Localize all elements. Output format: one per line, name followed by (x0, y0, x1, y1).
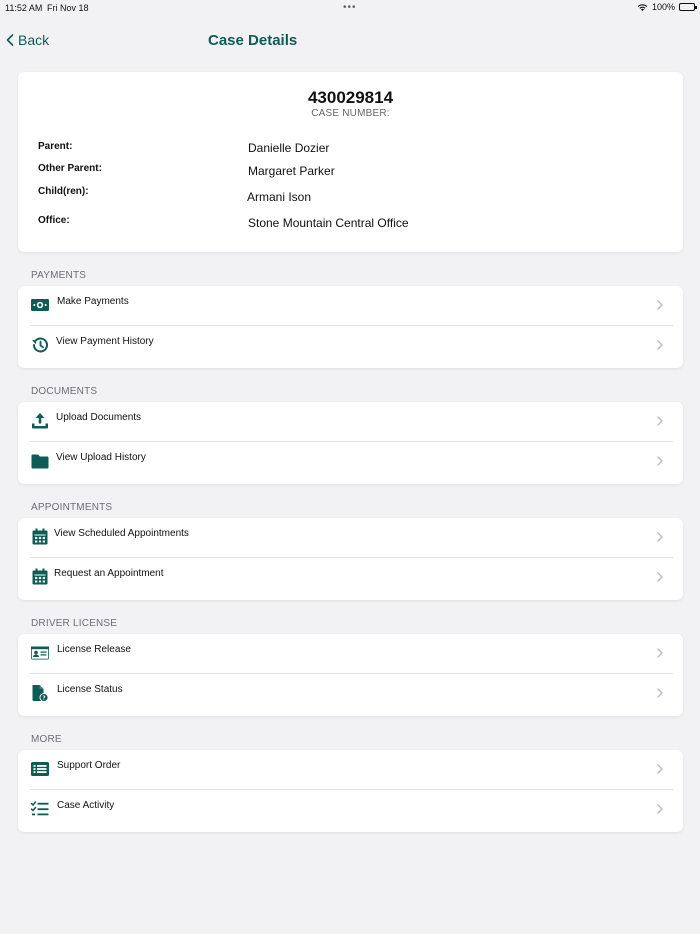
case-activity-row[interactable]: Case Activity (18, 790, 683, 829)
request-appointment-row[interactable]: Request an Appointment (18, 558, 683, 597)
svg-text:?: ? (42, 696, 45, 702)
documents-card: Upload Documents View Upload History (18, 402, 683, 484)
file-question-icon: ? (32, 685, 49, 702)
license-release-label: License Release (57, 644, 131, 655)
calendar-icon (32, 528, 48, 545)
wifi-icon (637, 3, 648, 11)
chevron-right-icon (657, 340, 663, 350)
license-status-label: License Status (57, 684, 123, 695)
payments-card: Make Payments View Payment History (18, 286, 683, 368)
id-card-icon (31, 646, 49, 660)
chevron-right-icon (657, 456, 663, 466)
more-section-header: MORE (31, 734, 62, 745)
children-label: Child(ren): (38, 186, 89, 197)
battery-percent: 100% (651, 2, 675, 12)
chevron-right-icon (657, 688, 663, 698)
back-label: Back (18, 32, 50, 48)
money-icon (31, 299, 49, 311)
chevron-right-icon (657, 804, 663, 814)
parent-label: Parent: (38, 141, 73, 152)
upload-icon (32, 413, 48, 429)
chevron-right-icon (657, 764, 663, 774)
chevron-right-icon (657, 300, 663, 310)
battery-icon (679, 3, 697, 11)
office-label: Office: (38, 215, 70, 226)
license-release-row[interactable]: License Release (18, 634, 683, 674)
make-payments-label: Make Payments (57, 296, 129, 307)
office-value: Stone Mountain Central Office (248, 216, 409, 230)
status-indicators: 100% (637, 2, 697, 12)
folder-icon (31, 454, 49, 469)
driver-license-card: License Release ? License Status (18, 634, 683, 716)
chevron-left-icon (6, 34, 14, 46)
payments-section-header: PAYMENTS (31, 270, 87, 281)
license-status-row[interactable]: ? License Status (18, 674, 683, 713)
upload-documents-label: Upload Documents (56, 412, 142, 423)
view-scheduled-appointments-row[interactable]: View Scheduled Appointments (18, 518, 683, 558)
case-number-label: CASE NUMBER: (311, 108, 390, 119)
status-date: Fri Nov 18 (47, 3, 89, 13)
status-bar: 11:52 AM Fri Nov 18 ••• 100% (0, 0, 700, 16)
view-upload-history-label: View Upload History (56, 452, 146, 463)
chevron-right-icon (657, 416, 663, 426)
navigation-bar: Back Case Details (0, 24, 700, 58)
view-payment-history-row[interactable]: View Payment History (18, 326, 683, 365)
view-upload-history-row[interactable]: View Upload History (18, 442, 683, 481)
appointments-section-header: APPOINTMENTS (31, 502, 113, 513)
more-card: Support Order Case Activity (18, 750, 683, 832)
case-summary-card: 430029814 CASE NUMBER: Parent: Danielle … (18, 72, 683, 252)
case-number: 430029814 (307, 88, 394, 107)
request-appointment-label: Request an Appointment (54, 568, 164, 579)
chevron-right-icon (657, 532, 663, 542)
multitasking-dots-icon[interactable]: ••• (343, 2, 357, 13)
support-order-row[interactable]: Support Order (18, 750, 683, 790)
support-order-label: Support Order (57, 760, 121, 771)
view-scheduled-appointments-label: View Scheduled Appointments (54, 528, 189, 539)
documents-section-header: DOCUMENTS (31, 386, 98, 397)
upload-documents-row[interactable]: Upload Documents (18, 402, 683, 442)
page-title: Case Details (208, 32, 298, 49)
case-activity-label: Case Activity (57, 800, 115, 811)
other-parent-value: Margaret Parker (248, 164, 335, 178)
driver-license-section-header: DRIVER LICENSE (31, 618, 118, 629)
calendar-icon (32, 568, 48, 585)
chevron-right-icon (657, 648, 663, 658)
checklist-icon (30, 801, 49, 816)
children-value: Armani Ison (247, 190, 312, 204)
list-icon (31, 762, 49, 776)
make-payments-row[interactable]: Make Payments (18, 286, 683, 326)
other-parent-label: Other Parent: (38, 163, 102, 174)
back-button[interactable]: Back (6, 32, 49, 48)
status-time: 11:52 AM (5, 3, 43, 13)
parent-value: Danielle Dozier (248, 141, 330, 155)
history-icon (32, 337, 48, 353)
appointments-card: View Scheduled Appointments Request an A… (18, 518, 683, 600)
chevron-right-icon (657, 572, 663, 582)
view-payment-history-label: View Payment History (56, 336, 154, 347)
